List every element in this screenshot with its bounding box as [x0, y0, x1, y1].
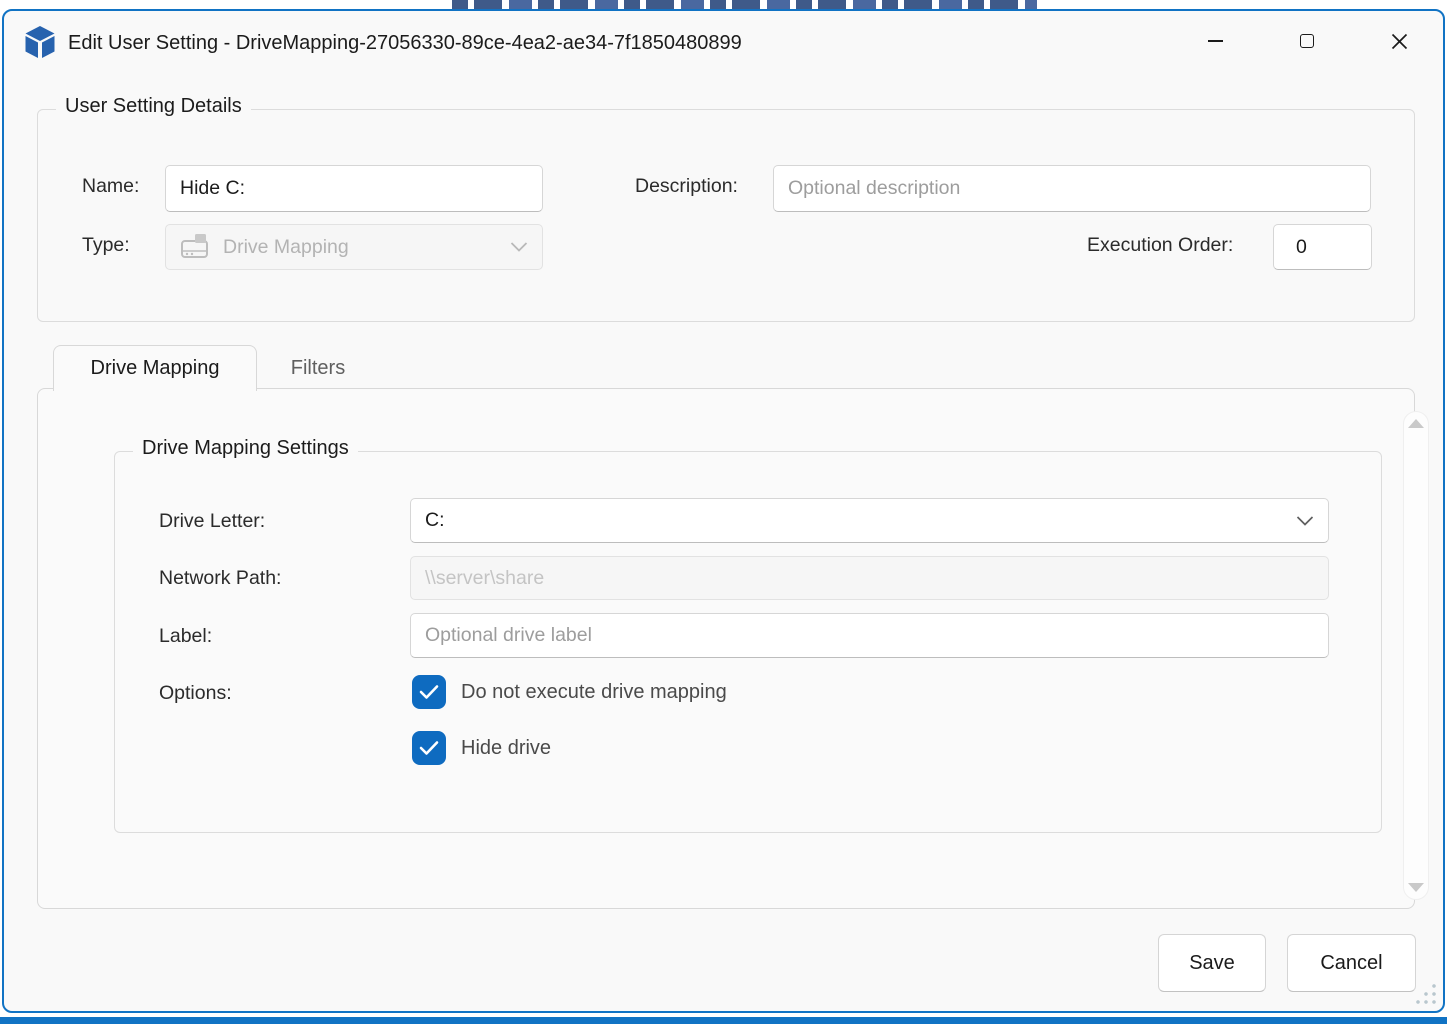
- close-button[interactable]: [1374, 19, 1424, 63]
- description-input[interactable]: [773, 165, 1371, 212]
- tab-filters-label: Filters: [291, 357, 345, 380]
- minimize-button[interactable]: [1190, 19, 1240, 63]
- user-setting-details-group: User Setting Details: [37, 109, 1415, 322]
- edit-user-setting-dialog: Edit User Setting - DriveMapping-2705633…: [2, 9, 1445, 1013]
- execution-order-input[interactable]: [1273, 224, 1372, 270]
- drive-mapping-settings-legend: Drive Mapping Settings: [133, 437, 358, 460]
- scroll-up-icon[interactable]: [1408, 419, 1424, 428]
- option-row-do-not-execute: Do not execute drive mapping: [412, 675, 727, 709]
- close-icon: [1391, 33, 1408, 50]
- save-button[interactable]: Save: [1158, 934, 1266, 992]
- option-row-hide-drive: Hide drive: [412, 731, 551, 765]
- maximize-icon: [1300, 34, 1314, 48]
- description-label: Description:: [635, 175, 738, 198]
- scroll-down-icon[interactable]: [1408, 883, 1424, 892]
- title-bar: Edit User Setting - DriveMapping-2705633…: [4, 11, 1443, 73]
- chevron-down-icon: [1296, 515, 1314, 526]
- checkmark-icon: [419, 684, 439, 700]
- tab-drive-mapping[interactable]: Drive Mapping: [53, 345, 257, 391]
- user-setting-details-legend: User Setting Details: [56, 95, 251, 118]
- drive-label-label: Label:: [159, 625, 212, 648]
- do-not-execute-checkbox[interactable]: [412, 675, 446, 709]
- type-dropdown: Drive Mapping: [165, 224, 543, 270]
- background-window-border: [0, 1017, 1447, 1024]
- drive-letter-value: C:: [425, 509, 445, 532]
- chevron-down-icon: [510, 242, 528, 253]
- hide-drive-checkbox[interactable]: [412, 731, 446, 765]
- network-path-input: [410, 556, 1329, 600]
- vertical-scrollbar[interactable]: [1403, 411, 1429, 900]
- maximize-button[interactable]: [1282, 19, 1332, 63]
- tab-filters[interactable]: Filters: [257, 345, 379, 391]
- network-path-label: Network Path:: [159, 567, 281, 590]
- cancel-button[interactable]: Cancel: [1287, 934, 1416, 992]
- app-cube-icon: [21, 23, 59, 61]
- drive-mapping-settings-group: Drive Mapping Settings Drive Letter: C: …: [114, 451, 1382, 833]
- drive-mapping-tab-panel: Drive Mapping Settings Drive Letter: C: …: [37, 388, 1415, 909]
- window-title: Edit User Setting - DriveMapping-2705633…: [68, 32, 742, 55]
- drive-letter-label: Drive Letter:: [159, 510, 265, 533]
- minimize-icon: [1208, 40, 1223, 42]
- do-not-execute-label: Do not execute drive mapping: [461, 681, 727, 704]
- tab-drive-mapping-label: Drive Mapping: [91, 357, 220, 380]
- hide-drive-label: Hide drive: [461, 737, 551, 760]
- type-label: Type:: [82, 234, 130, 257]
- occluded-background-text: [452, 0, 1037, 9]
- resize-grip[interactable]: [1415, 983, 1437, 1005]
- drive-label-input[interactable]: [410, 613, 1329, 658]
- type-value: Drive Mapping: [223, 236, 349, 259]
- options-label: Options:: [159, 682, 232, 705]
- name-input[interactable]: [165, 165, 543, 212]
- checkmark-icon: [419, 740, 439, 756]
- drive-letter-dropdown[interactable]: C:: [410, 498, 1329, 543]
- name-label: Name:: [82, 175, 139, 198]
- execution-order-label: Execution Order:: [1087, 234, 1233, 257]
- hard-drive-icon: [180, 233, 210, 261]
